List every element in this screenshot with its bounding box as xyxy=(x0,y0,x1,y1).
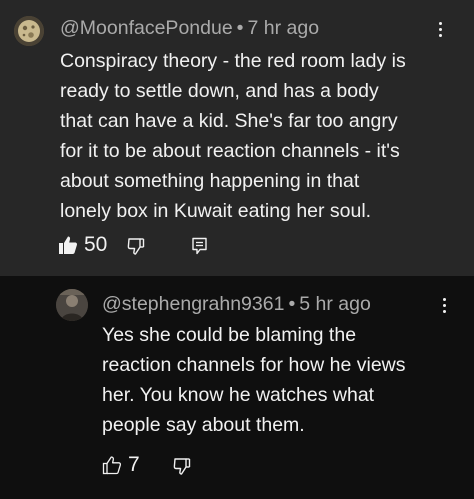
reply-button[interactable] xyxy=(190,236,210,256)
separator: • xyxy=(288,293,296,315)
like-button[interactable]: 7 xyxy=(102,453,140,477)
like-button[interactable]: 50 xyxy=(58,233,107,257)
comment-line: that can have a kid. She's far too angry xyxy=(60,110,398,132)
thumbs-down-icon xyxy=(172,456,192,476)
comment-header: @stephengrahn9361 • 5 hr ago xyxy=(102,293,371,316)
comment-line: her. You know he watches what xyxy=(102,384,375,406)
comment-line: for it to be about reaction channels - i… xyxy=(60,140,400,162)
more-vert-icon[interactable] xyxy=(443,298,447,316)
reply-icon xyxy=(190,236,210,256)
author-name[interactable]: @stephengrahn9361 xyxy=(102,293,284,315)
comment-line: people say about them. xyxy=(102,414,305,436)
dislike-button[interactable] xyxy=(126,236,146,256)
avatar[interactable] xyxy=(56,289,88,321)
like-count: 7 xyxy=(128,453,140,476)
avatar[interactable] xyxy=(14,16,44,46)
comment-text: Conspiracy theory - the red room lady is… xyxy=(60,46,465,226)
reply-stephengrahn9361: @stephengrahn9361 • 5 hr ago Yes she could… xyxy=(0,276,474,499)
dislike-button[interactable] xyxy=(172,456,192,476)
avatar-photo-image xyxy=(56,289,88,321)
thumbs-up-filled-icon xyxy=(58,235,78,255)
timestamp[interactable]: 7 hr ago xyxy=(248,17,320,39)
separator: • xyxy=(236,17,244,39)
comment-line: ready to settle down, and has a body xyxy=(60,80,379,102)
comment-line: reaction channels for how he views xyxy=(102,354,406,376)
comment-line: lonely box in Kuwait eating her soul. xyxy=(60,200,372,222)
more-vert-icon[interactable] xyxy=(439,22,443,40)
comment-line: Conspiracy theory - the red room lady is xyxy=(60,50,406,72)
thumbs-up-icon xyxy=(102,455,122,475)
author-name[interactable]: @MoonfacePondue xyxy=(60,17,233,39)
like-count: 50 xyxy=(84,233,108,256)
timestamp[interactable]: 5 hr ago xyxy=(299,293,371,315)
comment-header: @MoonfacePondue • 7 hr ago xyxy=(60,17,319,40)
comment-line: Yes she could be blaming the xyxy=(102,324,357,346)
comment-text: Yes she could be blaming the reaction ch… xyxy=(102,320,462,440)
comment-moonfacepondue: @MoonfacePondue • 7 hr ago Conspiracy theo… xyxy=(0,0,474,276)
thumbs-down-icon xyxy=(126,236,146,256)
comment-line: about something happening in that xyxy=(60,170,360,192)
avatar-moon-image xyxy=(14,16,44,46)
